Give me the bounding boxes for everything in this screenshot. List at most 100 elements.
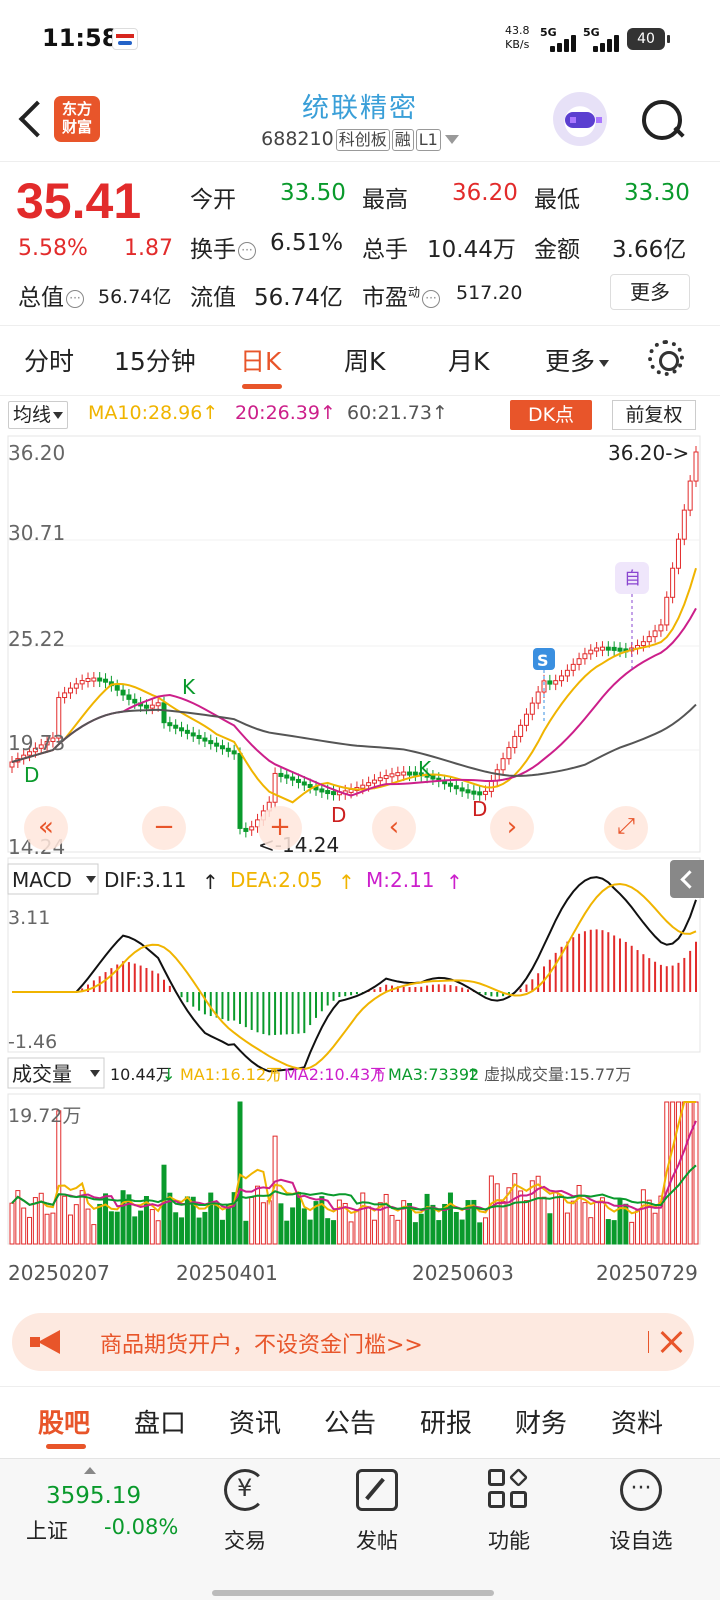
date-label-4: 20250729 bbox=[596, 1261, 698, 1285]
candle-body bbox=[693, 451, 699, 482]
candle-body bbox=[617, 647, 623, 652]
candle-body bbox=[594, 647, 600, 652]
candle-body bbox=[564, 669, 570, 677]
volume-ma1-arrow: ↑ bbox=[268, 1065, 281, 1084]
volume-bar bbox=[138, 1210, 144, 1245]
candle-body bbox=[675, 538, 681, 569]
tab-intraday[interactable]: 分时 bbox=[24, 342, 74, 378]
nav-functions[interactable]: 功能 bbox=[464, 1467, 554, 1559]
tab-forum[interactable]: 股吧 bbox=[38, 1403, 90, 1440]
volume-ma3-arrow: ↑ bbox=[466, 1065, 479, 1084]
nav-functions-label: 功能 bbox=[488, 1529, 530, 1553]
candle-body bbox=[582, 653, 588, 660]
info-icon[interactable]: ··· bbox=[238, 241, 256, 260]
info-icon[interactable]: ··· bbox=[66, 289, 84, 308]
tag-margin: 融 bbox=[391, 129, 414, 151]
volume-selector[interactable]: 成交量 bbox=[12, 1062, 72, 1086]
candle-body bbox=[155, 702, 161, 707]
candle-body bbox=[360, 784, 366, 789]
settings-gear-icon[interactable] bbox=[648, 340, 684, 376]
tab-finance[interactable]: 财务 bbox=[515, 1403, 567, 1440]
volume-bar bbox=[500, 1200, 506, 1245]
candle-body bbox=[290, 776, 296, 781]
step-forward-button[interactable]: › bbox=[490, 806, 534, 850]
zoom-in-button[interactable]: + bbox=[258, 806, 302, 850]
collapse-side-arrow-icon[interactable] bbox=[670, 860, 704, 898]
section-tabs: 股吧 盘口 资讯 公告 研报 财务 资料 bbox=[0, 1386, 720, 1452]
volume-bar bbox=[553, 1192, 559, 1245]
nav-add-favorite-label: 设自选 bbox=[609, 1529, 673, 1553]
close-icon[interactable] bbox=[658, 1326, 684, 1356]
date-label-3: 20250603 bbox=[412, 1261, 514, 1285]
tab-profile[interactable]: 资料 bbox=[611, 1403, 663, 1440]
info-icon[interactable]: ··· bbox=[422, 289, 441, 308]
more-quote-button[interactable]: 更多 bbox=[610, 274, 690, 310]
tab-research[interactable]: 研报 bbox=[420, 1403, 472, 1440]
macd-dif: DIF:3.11 bbox=[104, 868, 187, 892]
adjust-button[interactable]: 前复权 bbox=[612, 400, 696, 430]
volume-bar bbox=[132, 1216, 138, 1245]
index-expand-icon[interactable] bbox=[84, 1467, 96, 1474]
ad-text[interactable]: 商品期货开户，不设资金门槛>> bbox=[100, 1327, 423, 1359]
macd-series bbox=[12, 876, 697, 1073]
candle-body bbox=[658, 624, 664, 632]
tab-weekly-k[interactable]: 周K bbox=[344, 342, 385, 378]
nav-post[interactable]: 发帖 bbox=[332, 1469, 422, 1559]
macd-selector[interactable]: MACD bbox=[12, 868, 72, 892]
volume-bar bbox=[243, 1220, 249, 1245]
tab-15min[interactable]: 15分钟 bbox=[114, 342, 196, 378]
nav-add-favorite[interactable]: 设自选 bbox=[596, 1469, 686, 1559]
index-value[interactable]: 3595.19 bbox=[46, 1483, 141, 1509]
volume-bar bbox=[56, 1110, 62, 1245]
candle-body bbox=[383, 775, 389, 780]
signal-marker-d1: D bbox=[24, 763, 39, 787]
ma-selector[interactable]: 均线 bbox=[8, 401, 69, 429]
dropdown-triangle-icon bbox=[444, 135, 459, 144]
robot-assistant-icon[interactable] bbox=[553, 92, 607, 146]
candle-body bbox=[243, 827, 249, 832]
volume-bar bbox=[605, 1219, 611, 1245]
tab-monthly-k[interactable]: 月K bbox=[448, 342, 489, 378]
zoom-out-button[interactable]: − bbox=[142, 806, 186, 850]
bottom-navigation: 3595.19 上证 -0.08% 交易 发帖 功能 设自选 bbox=[0, 1458, 720, 1600]
volume-bar bbox=[348, 1221, 354, 1245]
tab-more[interactable]: 更多 bbox=[545, 342, 610, 378]
candle-body bbox=[272, 772, 278, 803]
volume-bar bbox=[97, 1203, 103, 1245]
speed-value: 43.8 bbox=[505, 24, 530, 37]
index-name[interactable]: 上证 bbox=[26, 1515, 68, 1545]
pe-sup: 动 bbox=[408, 285, 421, 300]
fullscreen-button[interactable]: ⤢ bbox=[604, 806, 648, 850]
search-icon[interactable] bbox=[640, 98, 684, 142]
futures-ad-banner[interactable]: 商品期货开户，不设资金门槛>> bbox=[12, 1313, 694, 1371]
volume-bar bbox=[208, 1192, 214, 1245]
step-back-button[interactable]: ‹ bbox=[372, 806, 416, 850]
nav-trade[interactable]: 交易 bbox=[200, 1469, 290, 1559]
candle-body bbox=[506, 747, 512, 760]
pe-label-text: 市盈 bbox=[362, 285, 408, 311]
dk-point-button[interactable]: DK点 bbox=[510, 400, 592, 430]
ma60-text: 60:21.73 bbox=[347, 402, 432, 424]
index-change[interactable]: -0.08% bbox=[104, 1515, 178, 1539]
volume-ma2-arrow: ↑ bbox=[372, 1065, 385, 1084]
candle-body bbox=[407, 771, 413, 776]
stock-code-row[interactable]: 688210 科创板融 L1 bbox=[0, 128, 720, 151]
ma-selector-label: 均线 bbox=[13, 404, 52, 426]
volume-bar bbox=[284, 1220, 290, 1245]
tab-announcements[interactable]: 公告 bbox=[324, 1403, 376, 1440]
candle-body bbox=[325, 790, 331, 795]
candle-body bbox=[500, 758, 506, 771]
tab-daily-k[interactable]: 日K bbox=[240, 342, 281, 378]
tab-orderbook[interactable]: 盘口 bbox=[134, 1403, 186, 1440]
candle-body bbox=[687, 480, 693, 511]
candle-body bbox=[640, 641, 646, 647]
tab-news[interactable]: 资讯 bbox=[229, 1403, 281, 1440]
candle-body bbox=[535, 691, 541, 704]
current-price: 35.41 bbox=[16, 173, 142, 229]
fast-back-button[interactable]: « bbox=[24, 806, 68, 850]
kline-chart[interactable]: 36.20 30.71 25.22 19.73 14.24 36.20-> <-… bbox=[0, 432, 720, 1312]
date-label-2: 20250401 bbox=[176, 1261, 278, 1285]
tab-more-label: 更多 bbox=[545, 347, 596, 376]
candle-body bbox=[611, 646, 617, 651]
candle-body bbox=[196, 734, 202, 739]
